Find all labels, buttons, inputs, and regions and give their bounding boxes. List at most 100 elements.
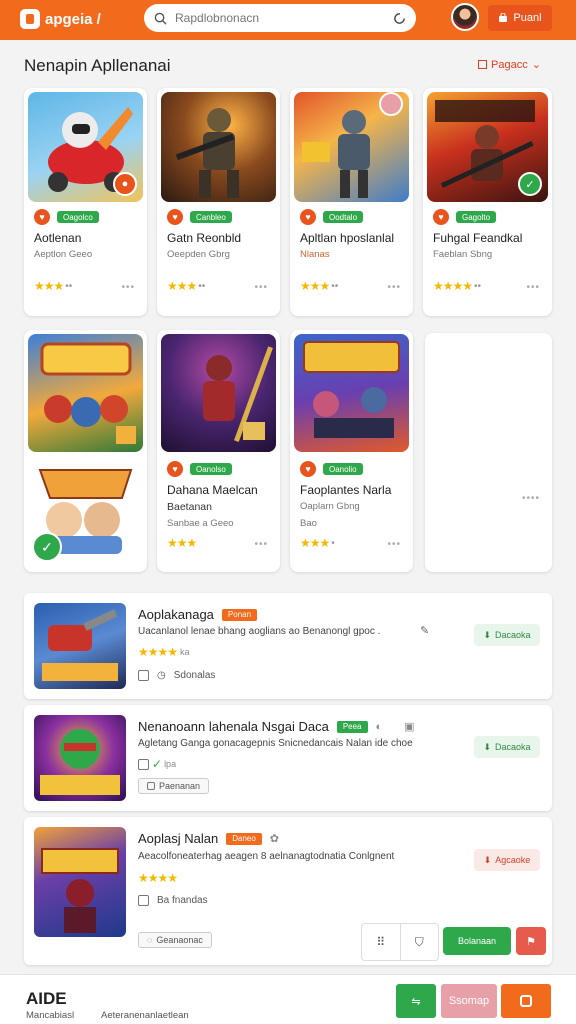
list-description: Agletang Ganga gonacagepnis Snicnedancai… — [138, 738, 413, 749]
more-options-icon[interactable]: ••• — [254, 282, 268, 293]
download-icon: ⬇ — [483, 854, 492, 865]
rating-stars: ★★★★ — [138, 871, 178, 885]
more-options-icon[interactable]: •••• — [522, 493, 540, 504]
app-logo[interactable]: apgeia / — [20, 8, 101, 30]
app-subtitle: Oaplarn Gbng — [300, 501, 360, 512]
list-thumbnail-tank — [34, 603, 126, 689]
green-badge-icon: ✓ — [518, 172, 542, 196]
app-title: Fuhgal Feandkal — [433, 231, 523, 245]
app-title: Faoplantes Narla — [300, 483, 392, 497]
app-card-banner[interactable]: ✓ — [24, 330, 147, 572]
more-options-icon[interactable]: ••• — [387, 539, 401, 550]
status-pill: Oanolso — [190, 463, 232, 475]
bag-icon — [499, 13, 508, 22]
status-pill: Gagolto — [456, 211, 497, 223]
shuffle-icon: ⇋ — [411, 995, 421, 1008]
expand-icon[interactable]: ⠿ — [362, 924, 401, 960]
heart-icon[interactable]: ♥ — [167, 209, 183, 225]
checkbox-icon[interactable] — [138, 670, 149, 681]
primary-action-button[interactable]: Bolanaan — [443, 927, 511, 955]
status-pill: Oodtalo — [323, 211, 364, 223]
section-action-label: Pagacc — [491, 58, 528, 71]
rating-stars: ★★★ — [167, 536, 197, 550]
app-title: Dahana Maelcan — [167, 483, 258, 497]
clock-icon: ◷ — [157, 670, 166, 681]
search-input[interactable] — [175, 11, 385, 25]
app-thumbnail-fighter: ✓ — [427, 92, 548, 202]
more-options-icon[interactable]: ••• — [121, 282, 135, 293]
heart-icon[interactable]: ♥ — [167, 461, 183, 477]
section-title: Nenapin Apllenanai — [24, 56, 171, 75]
get-button[interactable]: ⬇ Dacaoka — [474, 736, 540, 758]
download-icon: ⬇ — [483, 629, 491, 640]
footer-primary-label: Ssomap — [448, 995, 490, 1007]
list-tag: Ponan — [221, 608, 258, 621]
search-icon — [154, 12, 167, 25]
app-card[interactable]: ♥ Oanolso Dahana Maelcan Baetanan Sanbae … — [157, 330, 280, 572]
tag-chip[interactable]: Paenanan — [138, 778, 210, 794]
app-card[interactable]: ♥ Oodtalo Apltlan hposlanlal Nlanas ★★★ ••… — [290, 88, 413, 316]
list-tag: Peea — [336, 720, 368, 733]
checkbox-icon[interactable] — [138, 895, 149, 906]
list-item[interactable]: Nenanoann lahenala Nsgai Daca Peea ◐ ▣ Agle… — [24, 705, 552, 811]
chevron-down-icon: ⌄ — [531, 59, 541, 71]
app-thumbnail-soldier — [161, 92, 276, 202]
footer-green-button[interactable]: ⇋ — [396, 984, 436, 1018]
more-options-icon[interactable]: ••• — [526, 282, 540, 293]
heart-icon[interactable]: ♥ — [300, 209, 316, 225]
rating-stars: ✓ lpa — [138, 757, 176, 771]
pink-badge-icon — [379, 92, 403, 116]
app-card[interactable]: ♥ Oanolio Faoplantes Narla Oaplarn Gbng B… — [290, 330, 413, 572]
get-button-label: Agcaoke — [495, 855, 531, 865]
edit-icon[interactable]: ✎ — [420, 624, 429, 637]
get-button-label: Dacaoka — [495, 742, 531, 752]
section-action-link[interactable]: Pagacc ⌄ — [478, 58, 541, 71]
footer-brand: AIDE — [26, 989, 67, 1008]
header-action-label: Puanl — [513, 12, 542, 24]
download-icon: ⬇ — [483, 741, 491, 752]
app-card-empty[interactable]: •••• — [425, 333, 552, 572]
footer-orange-button[interactable] — [501, 984, 551, 1018]
bookmark-icon[interactable]: ▣ — [404, 720, 414, 733]
get-button-label: Dacaoka — [495, 630, 531, 640]
top-app-bar: apgeia / Puanl — [0, 0, 576, 40]
list-title: Aoplakanaga — [138, 607, 214, 622]
list-item[interactable]: Aoplakanaga Ponan Uacanlanol lenae bhang … — [24, 593, 552, 699]
more-options-icon[interactable]: ••• — [387, 282, 401, 293]
info-icon: ◐ — [375, 720, 383, 733]
app-card[interactable]: ● ♥ Oagolco Aotlenan Aeptlon Geeo ★★★ •• •… — [24, 88, 147, 316]
shield-icon[interactable]: ⛉ — [401, 924, 439, 960]
refresh-icon[interactable] — [393, 12, 406, 25]
check-badge-icon: ✓ — [32, 532, 62, 562]
status-pill: Oanolio — [323, 463, 363, 475]
rating-stars: ★★★ •• — [167, 279, 206, 293]
user-avatar[interactable] — [451, 3, 479, 31]
list-title: Aoplasj Nalan — [138, 831, 219, 846]
heart-icon[interactable]: ♥ — [300, 461, 316, 477]
app-title: Gatn Reonbld — [167, 231, 242, 245]
get-button[interactable]: ⬇ Agcaoke — [474, 849, 540, 871]
orange-badge-icon: ● — [113, 172, 137, 196]
footer-primary-button[interactable]: Ssomap — [441, 984, 497, 1018]
tag-chip-label: Paenanan — [159, 781, 201, 791]
square-outline-icon — [520, 995, 532, 1007]
search-bar[interactable] — [144, 4, 416, 32]
app-card[interactable]: ✓ ♥ Gagolto Fuhgal Feandkal Faeblan Sbng … — [423, 88, 552, 316]
app-card[interactable]: ♥ Canbleo Gatn Reonbld Oeepden Gbrg ★★★ ••… — [157, 88, 280, 316]
app-thumbnail-warrior — [294, 92, 409, 202]
tag-chip[interactable]: ◌ Geanaonac — [138, 932, 212, 948]
checkbox-icon[interactable] — [138, 758, 149, 770]
rating-stars: ★★★★ ka — [138, 645, 190, 659]
rating-stars: ★★★ • — [300, 536, 335, 550]
app-subtitle: Nlanas — [300, 249, 330, 260]
footer-subtitle: Mancabiasl — [26, 1010, 75, 1021]
header-action-button[interactable]: Puanl — [488, 5, 552, 31]
heart-icon[interactable]: ♥ — [433, 209, 449, 225]
heart-icon[interactable]: ♥ — [34, 209, 50, 225]
more-options-icon[interactable]: ••• — [254, 539, 268, 550]
app-thumbnail-battle — [294, 334, 409, 452]
flag-button[interactable]: ⚑ — [516, 927, 546, 955]
app-subtitle: Faeblan Sbng — [433, 249, 493, 260]
get-button[interactable]: ⬇ Dacaoka — [474, 624, 540, 646]
app-subtitle: Baetanan — [167, 501, 212, 513]
